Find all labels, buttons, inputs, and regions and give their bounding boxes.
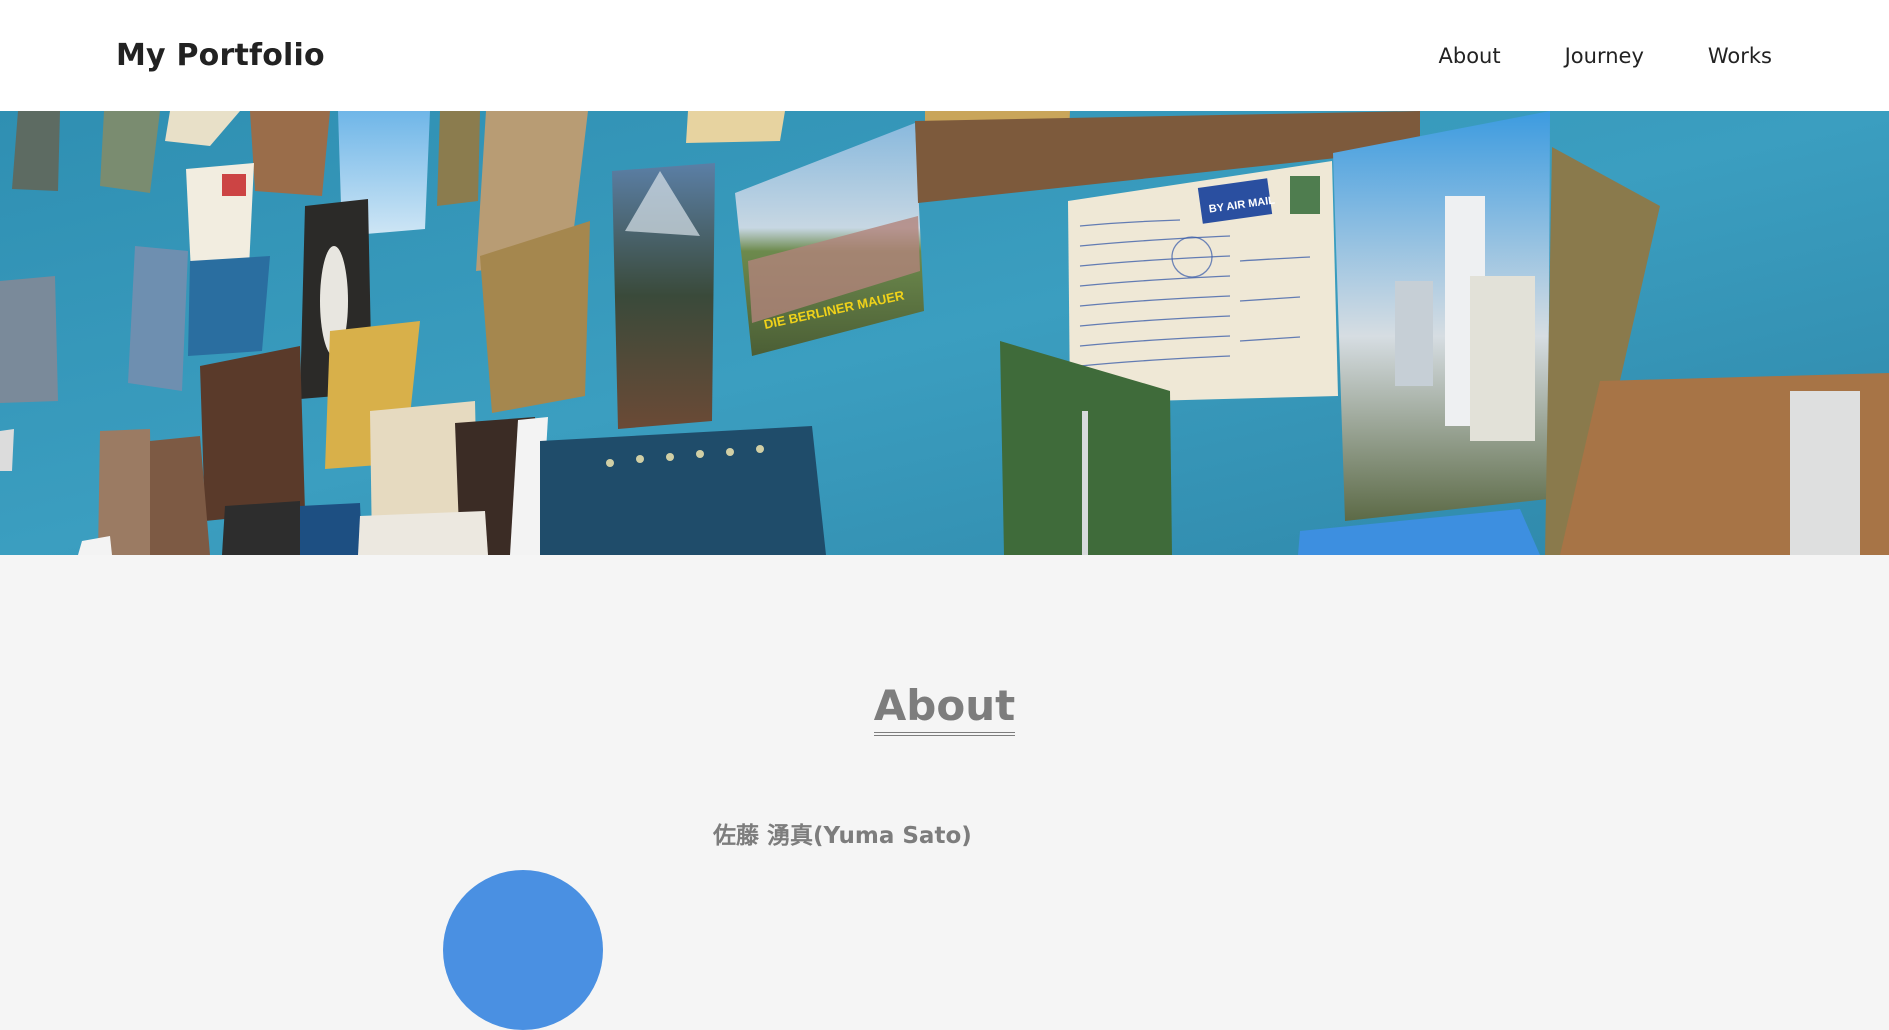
profile-avatar [443, 870, 603, 1030]
about-heading: About [0, 681, 1889, 736]
about-title-text: About [873, 681, 1016, 736]
site-logo[interactable]: My Portfolio [116, 38, 325, 73]
about-section: About 佐藤 湧真(Yuma Sato) [0, 555, 1889, 1030]
nav-journey[interactable]: Journey [1565, 44, 1644, 68]
site-header: My Portfolio About Journey Works [0, 0, 1889, 111]
nav-about[interactable]: About [1439, 44, 1501, 68]
nav-works[interactable]: Works [1708, 44, 1772, 68]
hero-postcard-image: DIE BERLINER MAUER BY AIR MAIL [0, 111, 1889, 555]
hero-banner: DIE BERLINER MAUER BY AIR MAIL [0, 111, 1889, 555]
main-nav: About Journey Works [1439, 44, 1773, 68]
profile-name: 佐藤 湧真(Yuma Sato) [713, 823, 972, 849]
